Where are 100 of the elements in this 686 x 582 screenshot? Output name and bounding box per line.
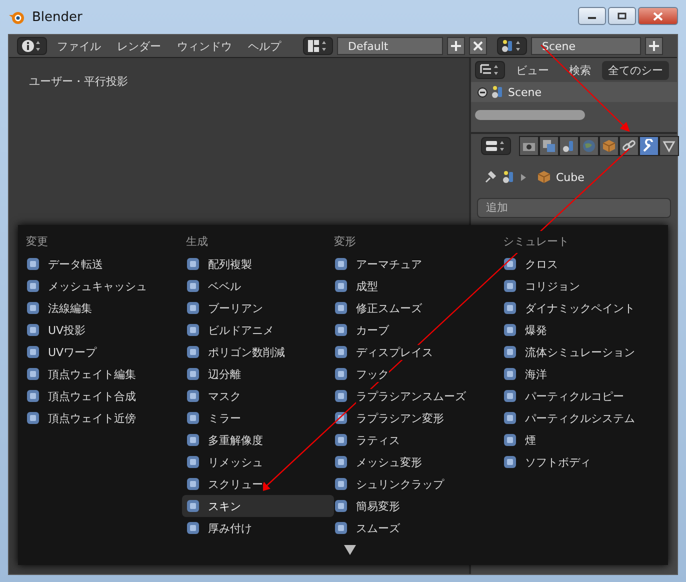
- modifier-icon: [186, 279, 200, 293]
- properties-tab[interactable]: [639, 136, 659, 156]
- modifier-icon: [503, 433, 517, 447]
- menu-item[interactable]: ファイル: [51, 38, 107, 54]
- scene-button[interactable]: [497, 37, 527, 55]
- modifier-icon: [334, 521, 348, 535]
- modifier-icon: [186, 301, 200, 315]
- modifier-icon: [503, 301, 517, 315]
- minimize-button[interactable]: [578, 7, 606, 25]
- cube-icon: [537, 170, 551, 184]
- modifier-icon: [503, 455, 517, 469]
- modifier-icon: [186, 521, 200, 535]
- properties-tab[interactable]: [619, 136, 639, 156]
- blender-logo-icon: [8, 9, 26, 25]
- triangle-icon: [662, 139, 676, 153]
- maximize-button[interactable]: [608, 7, 636, 25]
- modifier-icon: [26, 257, 40, 271]
- properties-editor-button[interactable]: [481, 137, 511, 155]
- modifier-icon: [334, 279, 348, 293]
- modifier-icon: [186, 477, 200, 491]
- menu-item[interactable]: レンダー: [111, 38, 167, 54]
- menu-heading: シミュレート: [503, 231, 569, 253]
- viewport-label: ユーザー・平行投影: [29, 75, 128, 88]
- scroll-down-icon[interactable]: [344, 545, 356, 555]
- layout-field[interactable]: Default: [337, 37, 443, 55]
- plus-icon: [450, 40, 462, 52]
- delete-layout-button[interactable]: [469, 37, 487, 55]
- info-icon: [21, 39, 43, 53]
- modifier-icon: [26, 367, 40, 381]
- scene-icon: [562, 139, 576, 153]
- modifier-icon: [503, 411, 517, 425]
- layout-button[interactable]: [303, 37, 333, 55]
- expand-toggle-icon[interactable]: [477, 86, 488, 98]
- layout-icon: [307, 39, 329, 53]
- pin-icon[interactable]: [483, 170, 497, 184]
- layers-icon: [542, 139, 556, 153]
- add-scene-button[interactable]: [645, 37, 663, 55]
- modifier-icon: [26, 323, 40, 337]
- scene-icon: [501, 39, 523, 53]
- modifier-icon: [26, 345, 40, 359]
- modifier-icon: [186, 455, 200, 469]
- maximize-icon: [617, 12, 627, 20]
- modifier-icon: [26, 389, 40, 403]
- modifier-icon: [503, 345, 517, 359]
- properties-tab[interactable]: [559, 136, 579, 156]
- modifier-icon: [503, 323, 517, 337]
- window-title: Blender: [32, 10, 84, 24]
- modifier-icon: [334, 477, 348, 491]
- add-modifier-dropdown[interactable]: 追加: [477, 198, 671, 218]
- display-filter-dropdown[interactable]: 全てのシー: [602, 60, 669, 80]
- chevron-icon: [521, 174, 526, 180]
- close-icon: [653, 12, 663, 20]
- modifier-icon: [26, 279, 40, 293]
- menu-item[interactable]: ヘルプ: [242, 38, 287, 54]
- link-icon: [622, 139, 636, 153]
- modifier-icon: [186, 411, 200, 425]
- modifier-icon: [186, 389, 200, 403]
- modifier-icon: [334, 301, 348, 315]
- scene-field[interactable]: Scene: [531, 37, 641, 55]
- modifier-icon: [334, 345, 348, 359]
- close-icon: [472, 40, 484, 52]
- scene-icon: [491, 85, 505, 99]
- modifier-icon: [503, 257, 517, 271]
- modifier-icon: [26, 301, 40, 315]
- object-name: Cube: [556, 170, 584, 184]
- modifier-icon: [186, 257, 200, 271]
- modifier-icon: [503, 279, 517, 293]
- modifier-icon: [186, 499, 200, 513]
- modifier-icon: [334, 389, 348, 403]
- modifier-icon: [334, 455, 348, 469]
- modifier-icon: [186, 323, 200, 337]
- modifier-icon: [334, 499, 348, 513]
- info-editor-button[interactable]: [17, 37, 47, 55]
- menu-item[interactable]: 検索: [560, 62, 600, 78]
- properties-tab[interactable]: [539, 136, 559, 156]
- close-button[interactable]: [638, 7, 678, 25]
- menu-item[interactable]: ビュー: [507, 62, 558, 78]
- menu-item[interactable]: ウィンドウ: [171, 38, 238, 54]
- outliner-item[interactable]: Scene: [508, 86, 542, 98]
- globe-icon: [582, 139, 596, 153]
- modifier-icon: [334, 257, 348, 271]
- wrench-icon: [642, 139, 656, 153]
- properties-tab[interactable]: [519, 136, 539, 156]
- outliner-icon: [479, 63, 501, 77]
- add-layout-button[interactable]: [447, 37, 465, 55]
- modifier-menu-item[interactable]: スキン: [182, 495, 334, 517]
- scrollbar[interactable]: [475, 110, 585, 120]
- modifier-icon: [26, 411, 40, 425]
- modifier-icon: [503, 389, 517, 403]
- modifier-icon: [186, 367, 200, 381]
- cube-icon: [602, 139, 616, 153]
- properties-icon: [485, 139, 507, 153]
- modifier-icon: [334, 367, 348, 381]
- properties-tab[interactable]: [659, 136, 679, 156]
- scene-icon: [502, 170, 516, 184]
- modifier-icon: [503, 367, 517, 381]
- outliner-editor-button[interactable]: [475, 61, 505, 79]
- plus-icon: [648, 40, 660, 52]
- modifier-icon: [186, 433, 200, 447]
- modifier-icon: [334, 323, 348, 337]
